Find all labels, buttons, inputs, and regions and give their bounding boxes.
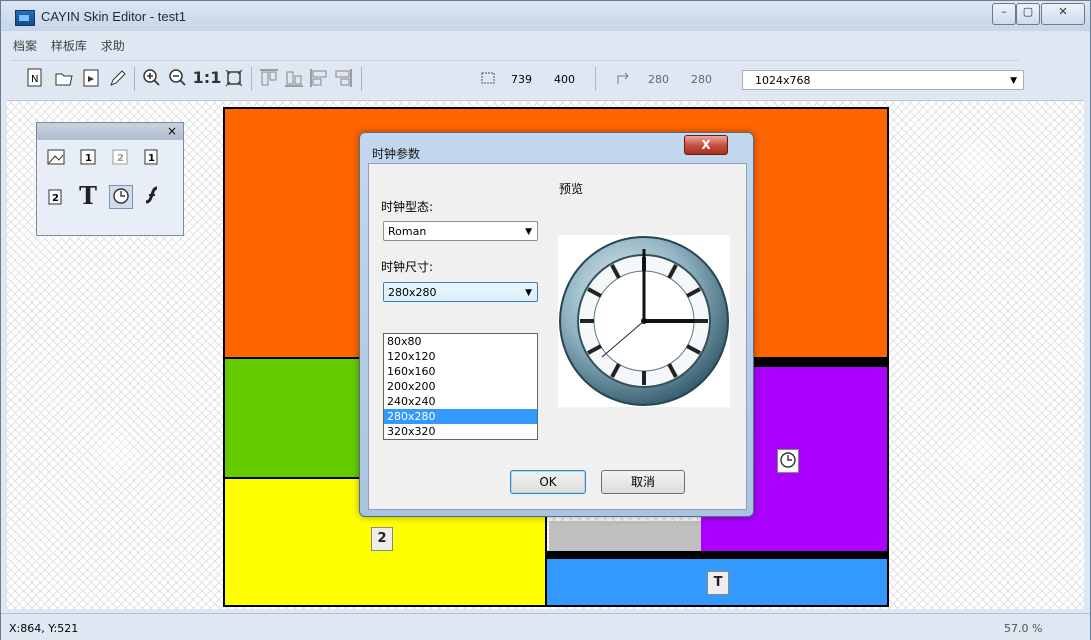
ticker-zone-icon[interactable]: 2: [371, 527, 393, 551]
toolbar-divider: [251, 67, 252, 91]
maximize-icon: ▢: [1022, 5, 1034, 18]
svg-text:2: 2: [117, 153, 124, 164]
clock-tool-icon[interactable]: [109, 185, 133, 209]
resolution-select[interactable]: 1024x768 ▼: [742, 70, 1024, 90]
title-bar: CAYIN Skin Editor - test1 – ▢ ✕: [1, 1, 1090, 31]
maximize-button[interactable]: ▢: [1016, 3, 1040, 25]
palette-header[interactable]: ×: [37, 123, 183, 140]
menu-templates[interactable]: 样板库: [51, 39, 87, 53]
align-top-icon[interactable]: [259, 68, 279, 88]
palette-close-icon[interactable]: ×: [167, 124, 177, 138]
size-option[interactable]: 320x320: [384, 424, 537, 439]
size-option-selected[interactable]: 280x280: [384, 409, 537, 424]
zoom-out-icon[interactable]: [168, 68, 188, 88]
preview-label: 预览: [559, 182, 584, 196]
new-file-icon[interactable]: N: [25, 68, 45, 88]
size-option[interactable]: 240x240: [384, 394, 537, 409]
chevron-down-icon: ▼: [525, 227, 532, 237]
clock-size-dropdown: 80x80 120x120 160x160 200x200 240x240 28…: [383, 333, 538, 440]
open-folder-icon[interactable]: [54, 68, 74, 88]
clock-preview: [558, 235, 730, 407]
clock-style-value: Roman: [388, 225, 427, 238]
dialog-close-button[interactable]: X: [684, 135, 728, 155]
svg-text:N: N: [31, 74, 38, 85]
text-tool-icon[interactable]: T: [77, 184, 99, 208]
edit-pencil-icon[interactable]: [108, 68, 128, 88]
fit-window-icon[interactable]: [224, 68, 244, 88]
ticker-zone-label: 2: [377, 531, 387, 546]
size-icon: [478, 68, 498, 88]
clock-size-select[interactable]: 280x280 ▼: [383, 282, 538, 302]
dialog-title: 时钟参数: [372, 147, 421, 161]
text-zone-label: T: [713, 575, 723, 590]
menu-help[interactable]: 求助: [101, 39, 125, 53]
flash-tool-icon[interactable]: [141, 185, 163, 207]
position-icon: [614, 68, 634, 88]
svg-text:1: 1: [85, 153, 92, 164]
zoom-in-icon[interactable]: [142, 68, 162, 88]
cursor-coordinates: X:864, Y:521: [9, 622, 79, 635]
toolbar-divider: [595, 67, 596, 91]
minimize-button[interactable]: –: [992, 3, 1016, 25]
zoom-level: 57.0 %: [1004, 622, 1043, 635]
app-logo-icon: [15, 10, 35, 26]
actual-size-button[interactable]: 1:1: [192, 68, 222, 88]
toolbar-divider: [361, 67, 362, 91]
save-file-icon[interactable]: [81, 68, 101, 88]
status-bar: X:864, Y:521 57.0 %: [1, 613, 1090, 640]
size-option[interactable]: 200x200: [384, 379, 537, 394]
align-left-icon[interactable]: [309, 68, 329, 88]
svg-text:1: 1: [148, 153, 155, 164]
size-option[interactable]: 80x80: [384, 334, 537, 349]
ok-button[interactable]: OK: [510, 470, 586, 494]
chevron-down-icon: ▼: [525, 288, 532, 298]
text-zone-icon[interactable]: T: [707, 571, 729, 595]
menu-bar: 档案 样板库 求助: [13, 37, 135, 57]
width-field[interactable]: 739: [511, 71, 532, 89]
pos-x-field[interactable]: 280: [648, 71, 669, 89]
resolution-value: 1024x768: [755, 74, 811, 87]
align-right-icon[interactable]: [333, 68, 353, 88]
video2-tool-icon[interactable]: 2: [109, 147, 131, 169]
window-title: CAYIN Skin Editor - test1: [41, 9, 186, 24]
clock-style-select[interactable]: Roman ▼: [383, 221, 538, 241]
toolbar-divider: [134, 67, 135, 91]
dialog-body: 时钟型态: Roman ▼ 时钟尺寸: 280x280 ▼ 80x80 120x…: [368, 163, 747, 510]
ticker2-tool-icon[interactable]: 2: [45, 187, 67, 209]
tool-palette: × 1 2 1 2 T: [36, 122, 184, 236]
image-tool-icon[interactable]: [45, 147, 67, 169]
size-option[interactable]: 120x120: [384, 349, 537, 364]
zone-divider: [547, 551, 887, 559]
ticker1-tool-icon[interactable]: 1: [141, 147, 163, 169]
zone-green[interactable]: [225, 359, 367, 477]
clock-size-value: 280x280: [388, 286, 437, 299]
video1-tool-icon[interactable]: 1: [77, 147, 99, 169]
svg-text:2: 2: [52, 193, 59, 204]
close-window-button[interactable]: ✕: [1041, 3, 1085, 25]
cancel-button[interactable]: 取消: [601, 470, 685, 494]
pos-y-field[interactable]: 280: [691, 71, 712, 89]
clock-settings-dialog: 时钟参数 X 时钟型态: Roman ▼ 时钟尺寸: 280x280 ▼ 80x…: [359, 132, 754, 517]
height-field[interactable]: 400: [554, 71, 575, 89]
menu-file[interactable]: 档案: [13, 39, 37, 53]
roman-clock-preview-icon: [559, 236, 729, 406]
close-icon: ✕: [1058, 5, 1068, 18]
clock-style-label: 时钟型态:: [381, 200, 434, 214]
align-bottom-icon[interactable]: [284, 68, 304, 88]
chevron-down-icon: ▼: [1010, 76, 1017, 86]
minimize-icon: –: [1001, 5, 1007, 18]
size-option[interactable]: 160x160: [384, 364, 537, 379]
clock-zone-icon[interactable]: [777, 449, 799, 473]
clock-size-label: 时钟尺寸:: [381, 260, 434, 274]
toolbar: N 1:1 739 400 280 280 1024x768 ▼: [11, 60, 1024, 99]
